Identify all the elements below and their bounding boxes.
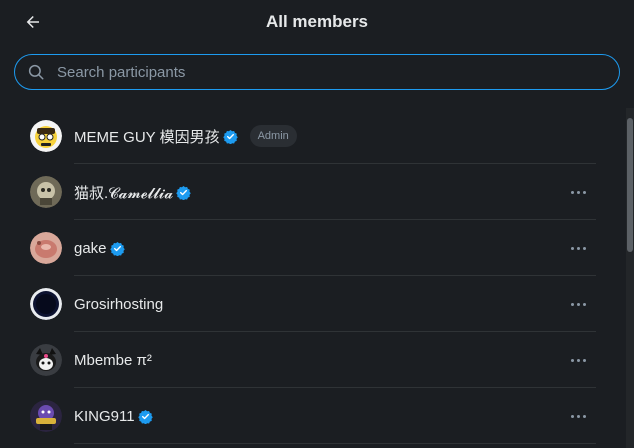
member-row[interactable]: MEME GUY 模因男孩 Admin	[0, 108, 634, 164]
admin-badge: Admin	[249, 125, 297, 147]
member-name[interactable]: gake	[74, 240, 107, 257]
verified-badge-icon	[137, 409, 153, 424]
member-row[interactable]: KING911	[0, 388, 634, 444]
verified-badge-icon	[176, 185, 191, 200]
more-horizontal-icon	[570, 358, 574, 362]
member-row[interactable]: gake	[0, 220, 634, 276]
more-options-button[interactable]	[566, 292, 590, 316]
avatar[interactable]	[30, 232, 62, 264]
member-name[interactable]: MEME GUY 模因男孩	[74, 126, 220, 147]
more-options-button[interactable]	[566, 180, 590, 204]
member-name[interactable]: Mbembe π²	[74, 352, 152, 369]
member-row[interactable]: 猫叔.𝓒𝓪𝓶𝓮𝓵𝓵𝓲𝓪	[0, 164, 634, 220]
more-options-button[interactable]	[566, 236, 590, 260]
member-name[interactable]: 猫叔.𝓒𝓪𝓶𝓮𝓵𝓵𝓲𝓪	[74, 182, 173, 203]
page-title: All members	[265, 12, 369, 31]
avatar[interactable]	[30, 288, 62, 320]
member-name[interactable]: Grosirhosting	[74, 296, 163, 313]
avatar[interactable]	[30, 344, 62, 376]
more-horizontal-icon	[570, 302, 574, 306]
member-name[interactable]: KING911	[74, 408, 135, 425]
header: All members	[0, 0, 634, 46]
more-horizontal-icon	[570, 190, 574, 194]
search-box[interactable]	[14, 54, 620, 90]
verified-badge-icon	[222, 129, 238, 144]
more-options-button[interactable]	[566, 348, 590, 372]
avatar[interactable]	[30, 120, 62, 152]
member-row[interactable]: Mbembe π²	[0, 332, 634, 388]
divider	[74, 443, 596, 444]
verified-badge-icon	[109, 241, 125, 256]
more-horizontal-icon	[570, 246, 574, 250]
avatar[interactable]	[30, 176, 62, 208]
member-list: MEME GUY 模因男孩 Admin 猫叔.𝓒𝓪𝓶𝓮𝓵𝓵𝓲𝓪 gake Gro…	[0, 108, 634, 444]
search-icon	[27, 62, 47, 82]
members-panel: All members MEM	[0, 0, 634, 448]
search-input[interactable]	[55, 62, 599, 82]
more-options-button[interactable]	[566, 404, 590, 428]
avatar[interactable]	[30, 400, 62, 432]
member-row[interactable]: Grosirhosting	[0, 276, 634, 332]
more-horizontal-icon	[570, 414, 574, 418]
